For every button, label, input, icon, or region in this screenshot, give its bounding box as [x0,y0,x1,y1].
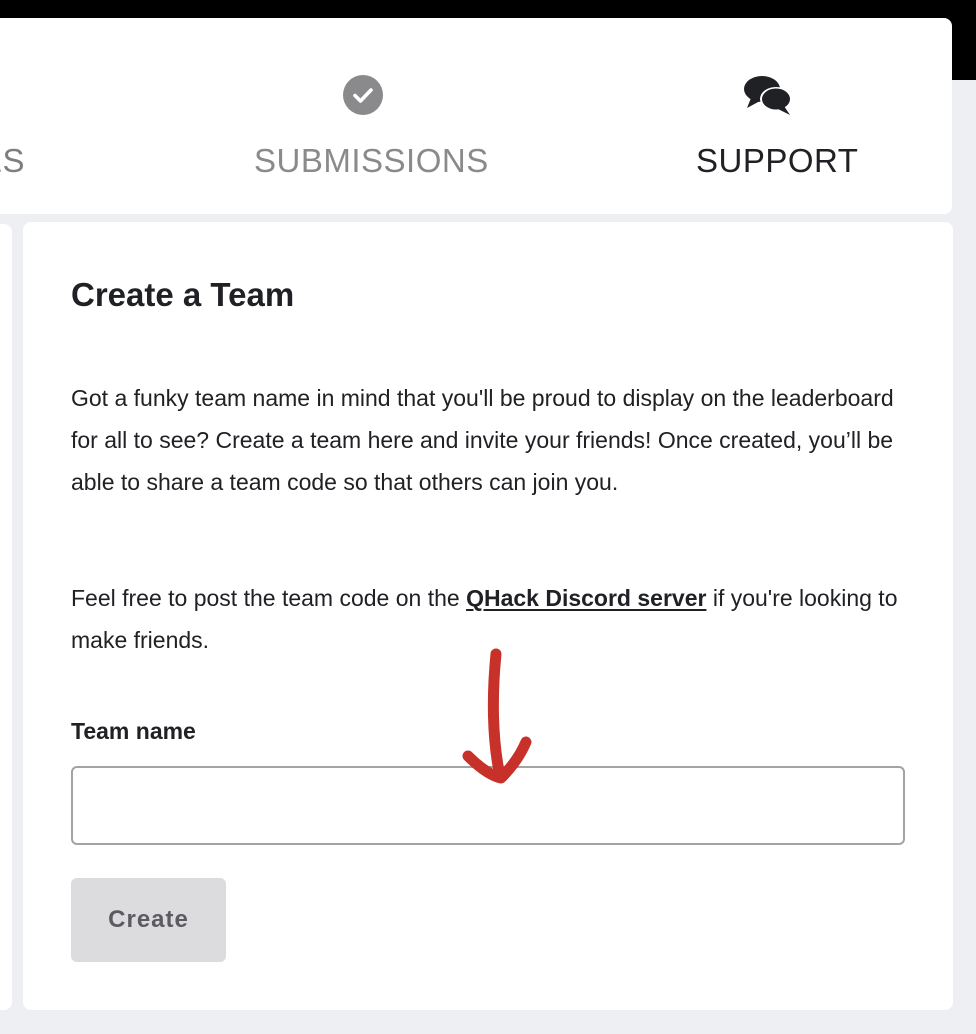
chat-bubbles-icon [744,76,792,115]
team-name-input[interactable] [71,766,905,845]
team-name-label: Team name [71,718,196,744]
discord-paragraph-text-before: Feel free to post the team code on the [71,585,467,611]
nav-item-submissions[interactable]: SUBMISSIONS [236,18,488,214]
top-nav: ES SUBMISSIONS SUPPORT [0,18,952,214]
create-team-card: Create a Team Got a funky team name in m… [23,222,953,1010]
left-panel-edge [0,224,12,1010]
nav-item-support[interactable]: SUPPORT [676,18,858,214]
nav-item-support-label: SUPPORT [696,142,859,179]
discord-paragraph: Feel free to post the team code on the Q… [71,577,911,661]
nav-item-previous-label: ES [0,142,26,179]
create-button[interactable]: Create [71,878,226,962]
card-title: Create a Team [71,276,295,313]
discord-server-link[interactable]: QHack Discord server [466,585,706,611]
nav-item-submissions-label: SUBMISSIONS [254,142,489,179]
intro-paragraph: Got a funky team name in mind that you'l… [71,385,894,495]
check-circle-icon [343,75,383,115]
